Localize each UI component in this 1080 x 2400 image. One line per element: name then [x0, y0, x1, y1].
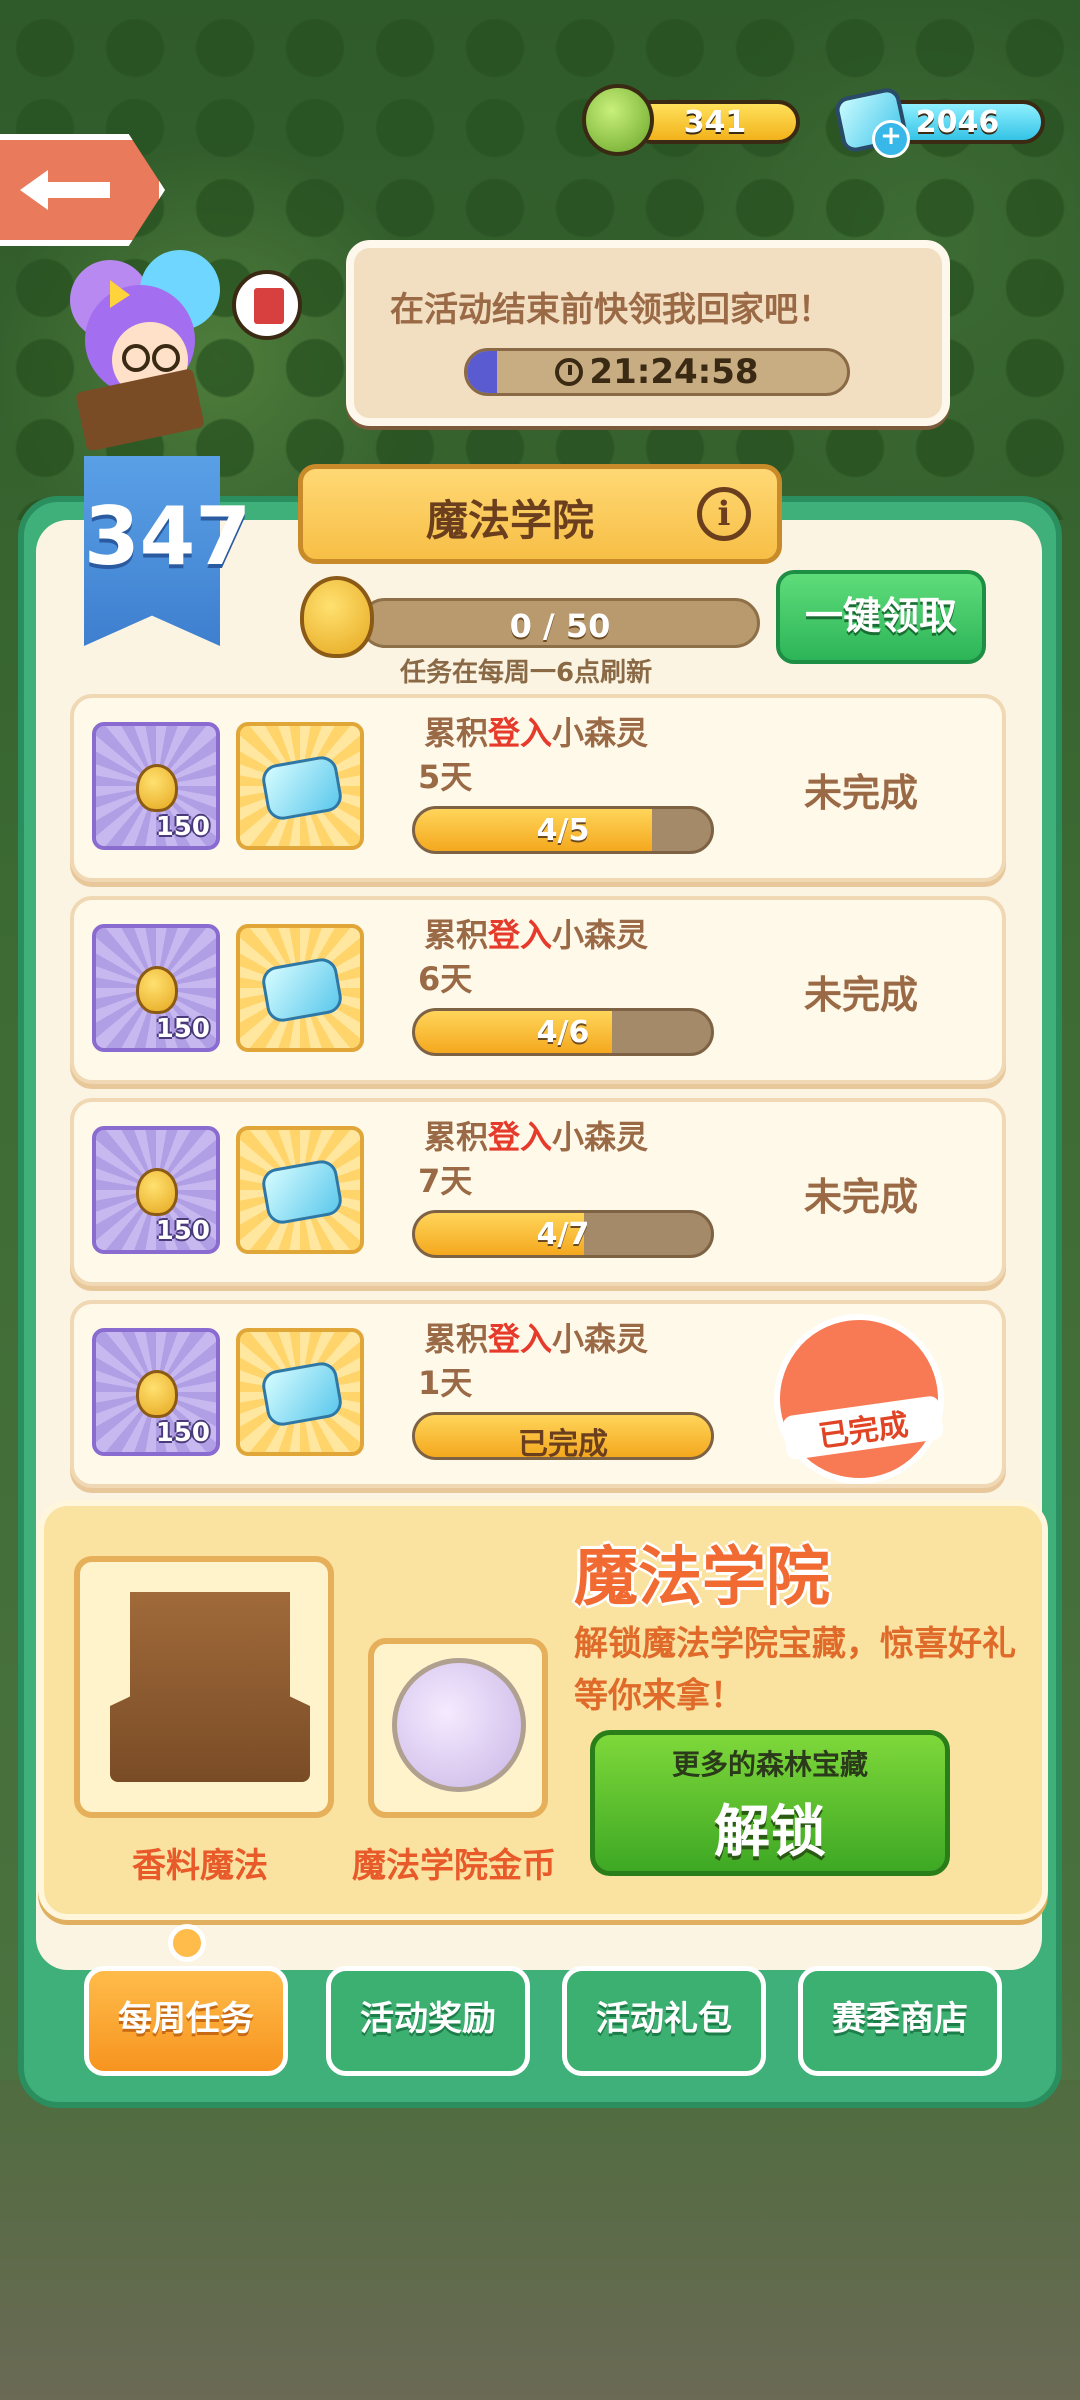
task-description: 累积登入小森灵: [424, 1314, 648, 1360]
task-progress-bar: 4/7: [412, 1210, 714, 1258]
task-progress-bar: 4/5: [412, 806, 714, 854]
book-icon[interactable]: [232, 270, 302, 340]
character-avatar: [70, 250, 220, 450]
status-text: 未完成: [804, 1175, 919, 1219]
village-background: [0, 2080, 1080, 2400]
gem-value: 2046: [915, 104, 1000, 140]
claim-all-button[interactable]: 一键领取: [776, 570, 986, 664]
gold-value: 341: [683, 104, 747, 140]
speech-bubble: 在活动结束前快领我回家吧！ 21:24:58: [346, 240, 950, 426]
unlock-button[interactable]: 更多的森林宝藏 解锁: [590, 1730, 950, 1876]
shelf-icon: [110, 1592, 310, 1782]
reward-chick-slot[interactable]: 150: [92, 1328, 220, 1456]
reward-count: 150: [155, 1418, 210, 1448]
reward-item-label: 香料魔法: [132, 1846, 268, 1886]
gem-icon: [259, 1157, 345, 1227]
reward-chick-slot[interactable]: 150: [92, 924, 220, 1052]
level-value: 347: [84, 490, 251, 583]
add-gems-icon[interactable]: +: [872, 120, 910, 158]
lavender-globe-icon: [392, 1658, 526, 1792]
task-highlight: 登入: [488, 1118, 553, 1156]
task-text: 累积: [424, 916, 489, 954]
task-highlight: 登入: [488, 714, 553, 752]
chick-icon: [136, 764, 178, 812]
promo-title: 魔法学院: [574, 1541, 830, 1615]
reward-gem-slot[interactable]: [236, 1328, 364, 1456]
task-progress-text: 4/6: [536, 1015, 590, 1050]
task-text: 小森灵: [552, 1320, 649, 1358]
reward-gem-slot[interactable]: [236, 722, 364, 850]
task-description: 累积登入小森灵: [424, 708, 648, 754]
task-text: 累积: [424, 714, 489, 752]
task-text: 小森灵: [552, 1118, 649, 1156]
task-row: 150 累积登入小森灵 7天 4/7 未完成: [70, 1098, 1006, 1286]
task-progress-bar: 已完成: [412, 1412, 714, 1460]
tab-event-rewards[interactable]: 活动奖励: [326, 1966, 530, 2076]
reward-count: 150: [155, 1014, 210, 1044]
chick-icon: [300, 576, 374, 658]
tab-season-shop[interactable]: 赛季商店: [798, 1966, 1002, 2076]
teapot-icon: [582, 84, 654, 156]
info-icon[interactable]: i: [697, 487, 751, 541]
task-row: 150 累积登入小森灵 5天 4/5 未完成: [70, 694, 1006, 882]
task-description: 累积登入小森灵: [424, 1112, 648, 1158]
clock-icon: [555, 358, 584, 386]
task-progress-text: 已完成: [518, 1427, 608, 1460]
points-progress-text: 0 / 50: [509, 607, 611, 645]
task-progress-text: 4/5: [536, 813, 590, 848]
task-days: 1天: [418, 1364, 473, 1402]
event-timer: 21:24:58: [464, 348, 850, 396]
task-row: 150 累积登入小森灵 1天已完成 已完成: [70, 1300, 1006, 1496]
chick-icon: [136, 1168, 178, 1216]
reward-item-coin[interactable]: [368, 1638, 548, 1818]
task-text: 小森灵: [552, 916, 649, 954]
task-highlight: 登入: [488, 916, 553, 954]
chick-icon: [136, 966, 178, 1014]
tab-event-packs[interactable]: 活动礼包: [562, 1966, 766, 2076]
task-progress-text: 4/7: [536, 1217, 590, 1252]
reward-count: 150: [155, 812, 210, 842]
reward-chick-slot[interactable]: 150: [92, 1126, 220, 1254]
task-days: 7天: [418, 1162, 473, 1200]
tab-weekly-tasks[interactable]: 每周任务: [84, 1966, 288, 2076]
reward-item-spice-magic[interactable]: [74, 1556, 334, 1818]
gold-counter[interactable]: 341: [630, 100, 800, 144]
task-progress-bar: 4/6: [412, 1008, 714, 1056]
speech-message: 在活动结束前快领我回家吧！: [390, 290, 832, 330]
completed-stamp: 已完成: [762, 1302, 956, 1496]
chick-icon: [136, 1370, 178, 1418]
task-text: 小森灵: [552, 714, 649, 752]
points-progress-bar: 0 / 50: [360, 598, 760, 648]
status-text: 未完成: [804, 771, 919, 815]
page-title: 魔法学院: [425, 496, 594, 545]
task-description: 累积登入小森灵: [424, 910, 648, 956]
status-text: 已完成: [781, 1394, 945, 1461]
reward-item-label: 魔法学院金币: [352, 1846, 556, 1886]
title-banner: 魔法学院 i: [298, 464, 782, 564]
unlock-label: 解锁: [714, 1800, 826, 1865]
arrow-left-icon: [20, 170, 110, 210]
gem-icon: [259, 753, 345, 823]
promo-description: 解锁魔法学院宝藏，惊喜好礼等你来拿！: [574, 1624, 1016, 1716]
task-text: 累积: [424, 1118, 489, 1156]
timer-text: 21:24:58: [589, 352, 759, 392]
task-highlight: 登入: [488, 1320, 553, 1358]
task-days: 6天: [418, 960, 473, 998]
refresh-note: 任务在每周一6点刷新: [400, 658, 653, 688]
reward-gem-slot[interactable]: [236, 1126, 364, 1254]
gem-icon: [259, 1359, 345, 1429]
unlock-subtitle: 更多的森林宝藏: [671, 1748, 868, 1781]
task-text: 累积: [424, 1320, 489, 1358]
active-tab-pin: [168, 1924, 206, 1962]
reward-count: 150: [155, 1216, 210, 1246]
gem-icon: [259, 955, 345, 1025]
reward-gem-slot[interactable]: [236, 924, 364, 1052]
reward-chick-slot[interactable]: 150: [92, 722, 220, 850]
promo-card: 香料魔法 魔法学院金币 魔法学院 解锁魔法学院宝藏，惊喜好礼等你来拿！ 更多的森…: [38, 1500, 1048, 1920]
task-days: 5天: [418, 758, 473, 796]
task-row: 150 累积登入小森灵 6天 4/6 未完成: [70, 896, 1006, 1084]
status-text: 未完成: [804, 973, 919, 1017]
